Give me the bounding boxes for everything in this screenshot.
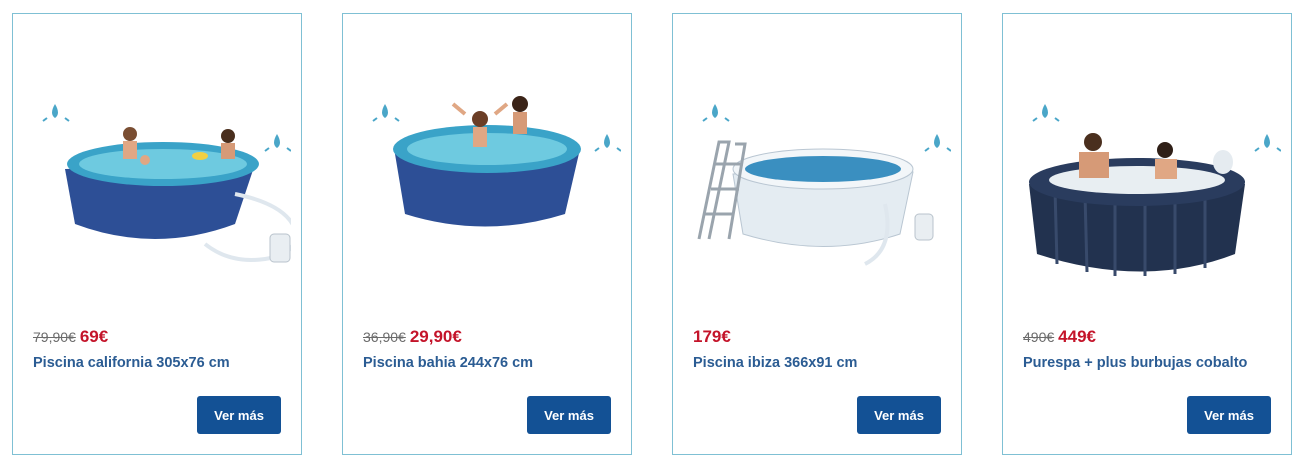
product-name-link[interactable]: Purespa + plus burbujas cobalto: [1023, 354, 1247, 372]
product-card[interactable]: 490€ 449€ Purespa + plus burbujas cobalto…: [1002, 13, 1292, 455]
old-price: 79,90€: [33, 329, 76, 345]
product-name-link[interactable]: Piscina ibiza 366x91 cm: [693, 354, 857, 372]
product-card[interactable]: 36,90€ 29,90€ Piscina bahia 244x76 cm Ver…: [342, 13, 632, 455]
price-row: 36,90€ 29,90€: [363, 327, 462, 347]
round-pool-with-filter-image: [42, 104, 291, 263]
current-price: 29,90€: [409, 327, 462, 346]
price-row: 79,90€ 69€: [33, 327, 108, 347]
product-image[interactable]: [25, 64, 291, 294]
old-price: 490€: [1023, 329, 1055, 345]
ver-mas-button[interactable]: Ver más: [1187, 396, 1271, 434]
round-pool-image: [372, 96, 621, 227]
old-price: 36,90€: [363, 329, 406, 345]
current-price: 179€: [693, 327, 731, 346]
product-card[interactable]: 79,90€ 69€ Piscina california 305x76 cm V…: [12, 13, 302, 455]
product-image[interactable]: [685, 64, 951, 294]
ver-mas-button[interactable]: Ver más: [857, 396, 941, 434]
current-price: 449€: [1058, 327, 1096, 346]
ver-mas-button[interactable]: Ver más: [197, 396, 281, 434]
product-image[interactable]: [1015, 64, 1281, 294]
current-price: 69€: [79, 327, 109, 346]
product-card[interactable]: 179€ Piscina ibiza 366x91 cm Ver más: [672, 13, 962, 455]
inflatable-spa-image: [1029, 104, 1281, 276]
price-row: 490€ 449€: [1023, 327, 1096, 347]
price-row: 179€: [693, 327, 731, 347]
ver-mas-button[interactable]: Ver más: [527, 396, 611, 434]
pool-with-ladder-image: [697, 104, 951, 266]
product-image[interactable]: [355, 64, 621, 294]
product-name-link[interactable]: Piscina bahia 244x76 cm: [363, 354, 533, 372]
product-name-link[interactable]: Piscina california 305x76 cm: [33, 354, 230, 372]
